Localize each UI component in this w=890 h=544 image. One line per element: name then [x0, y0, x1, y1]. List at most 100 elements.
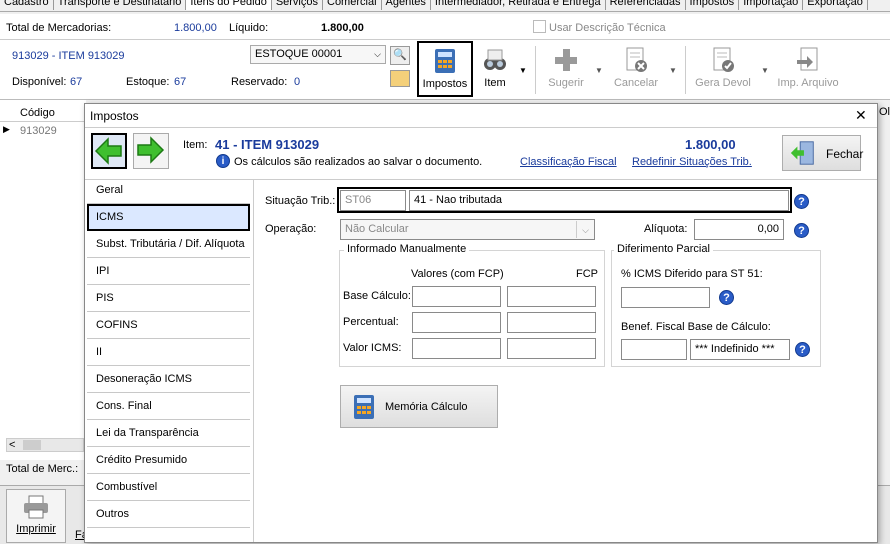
percentual-input[interactable]: [412, 312, 501, 333]
estoque-select-value: ESTOQUE 00001: [255, 48, 343, 60]
scroll-thumb[interactable]: [23, 440, 41, 450]
benef-fiscal-code-input[interactable]: [621, 339, 687, 360]
import-file-icon: [797, 47, 818, 71]
item-title: 913029 - ITEM 913029: [12, 50, 125, 62]
imp-arquivo-button[interactable]: Imp. Arquivo: [776, 46, 840, 96]
bottom-total-label: Total de Merc.:: [6, 463, 79, 475]
icms-diferido-input[interactable]: [621, 287, 710, 308]
nav-ipi[interactable]: IPI: [87, 258, 250, 285]
nav-desoneracao-icms[interactable]: Desoneração ICMS: [87, 366, 250, 393]
total-merc-value: 1.800,00: [174, 22, 217, 34]
toolbar-divider-2: [685, 46, 686, 94]
col-codigo-header[interactable]: Código: [20, 107, 55, 119]
redefinir-situacoes-link[interactable]: Redefinir Situações Trib.: [632, 156, 752, 168]
calculator-icon: [354, 395, 374, 419]
nav-icms[interactable]: ICMS: [87, 204, 250, 231]
sit-trib-field[interactable]: ST06 41 - Nao tributada: [337, 187, 792, 213]
item-button[interactable]: Item: [478, 46, 512, 96]
tab-comercial[interactable]: Comercial: [323, 0, 382, 10]
estoque-select[interactable]: ESTOQUE 00001 ⌵: [250, 45, 386, 64]
document-check-icon: [713, 47, 734, 72]
close-icon[interactable]: ✕: [855, 107, 867, 124]
chevron-down-icon: ⌵: [576, 221, 594, 238]
nav-geral[interactable]: Geral: [87, 177, 250, 204]
nav-cofins[interactable]: COFINS: [87, 312, 250, 339]
next-arrow-button[interactable]: [133, 133, 169, 169]
chevron-down-icon: ⌵: [374, 49, 381, 59]
item-label: Item:: [183, 139, 208, 151]
base-calculo-fcp-input[interactable]: [507, 286, 596, 307]
dialog-header: Item: 41 - ITEM 913029 i Os cálculos são…: [85, 127, 877, 180]
classificacao-fiscal-link[interactable]: Classificação Fiscal: [520, 156, 617, 168]
dialog-item-value: 41 - ITEM 913029: [215, 137, 320, 152]
memoria-calculo-label: Memória Cálculo: [385, 401, 468, 413]
total-merc-label: Total de Mercadorias:: [6, 22, 112, 34]
sugerir-dropdown-icon[interactable]: ▼: [595, 66, 603, 75]
item-dropdown-icon[interactable]: ▼: [519, 66, 527, 75]
reservado-label: Reservado:: [231, 76, 288, 88]
nav-outros[interactable]: Outros: [87, 501, 250, 528]
tab-transporte[interactable]: Transporte e Destinatário: [54, 0, 187, 10]
aliquota-input[interactable]: 0,00: [694, 219, 784, 240]
nav-pis[interactable]: PIS: [87, 285, 250, 312]
memoria-calculo-button[interactable]: Memória Cálculo: [340, 385, 498, 428]
sugerir-button[interactable]: Sugerir: [544, 46, 588, 96]
nav-lei-transparencia[interactable]: Lei da Transparência: [87, 420, 250, 447]
imp-arquivo-label: Imp. Arquivo: [777, 77, 839, 89]
sit-trib-desc[interactable]: 41 - Nao tributada: [409, 190, 789, 211]
icms-panel: Situação Trib.: ST06 41 - Nao tributada …: [253, 180, 877, 542]
sit-trib-label: Situação Trib.:: [265, 195, 336, 207]
impostos-nav: Geral ICMS Subst. Tributária / Dif. Alíq…: [87, 174, 252, 544]
percentual-label: Percentual:: [343, 316, 399, 328]
cancelar-button[interactable]: Cancelar: [612, 46, 660, 96]
gera-devol-button[interactable]: Gera Devol: [694, 46, 752, 96]
nav-cons-final[interactable]: Cons. Final: [87, 393, 250, 420]
tab-cadastro[interactable]: Cadastro: [0, 0, 54, 10]
nav-ii[interactable]: II: [87, 339, 250, 366]
col-fcp-header: FCP: [576, 268, 598, 280]
valor-icms-fcp-input[interactable]: [507, 338, 596, 359]
grid-row-codigo[interactable]: 913029: [20, 125, 57, 137]
tab-referenciadas[interactable]: Referenciadas: [606, 0, 686, 10]
tab-itens-pedido[interactable]: Itens do Pedido: [186, 0, 272, 10]
tab-exportacao[interactable]: Exportação: [803, 0, 868, 10]
nav-credito-presumido[interactable]: Crédito Presumido: [87, 447, 250, 474]
valor-icms-input[interactable]: [412, 338, 501, 359]
manual-group-title: Informado Manualmente: [344, 243, 470, 255]
sit-trib-code[interactable]: ST06: [340, 190, 406, 211]
tab-agentes[interactable]: Agentes: [382, 0, 431, 10]
cancelar-dropdown-icon[interactable]: ▼: [669, 66, 677, 75]
fechar-button[interactable]: Fechar: [782, 135, 863, 171]
item-label: Item: [484, 77, 506, 89]
tab-intermediador[interactable]: Intermediador, Retirada e Entrega: [431, 0, 606, 10]
usar-desc-checkbox[interactable]: [533, 20, 546, 33]
gera-devol-label: Gera Devol: [695, 77, 751, 89]
gera-devol-dropdown-icon[interactable]: ▼: [761, 66, 769, 75]
scroll-left-icon[interactable]: <: [9, 439, 15, 451]
operacao-label: Operação:: [265, 223, 317, 235]
prev-arrow-button[interactable]: [91, 133, 127, 169]
benef-fiscal-desc[interactable]: *** Indefinido ***: [690, 339, 790, 360]
folder-icon[interactable]: [390, 70, 410, 87]
percentual-fcp-input[interactable]: [507, 312, 596, 333]
imprimir-button[interactable]: Imprimir: [6, 489, 66, 543]
estoque-label: Estoque:: [126, 76, 170, 88]
impostos-label: Impostos: [422, 78, 468, 90]
help-icon[interactable]: ?: [794, 223, 809, 238]
aliquota-label: Alíquota:: [644, 223, 688, 235]
grid-hscrollbar[interactable]: <: [6, 438, 84, 452]
nav-subst-tributaria[interactable]: Subst. Tributária / Dif. Alíquota: [87, 231, 250, 258]
tab-importacao[interactable]: Importação: [739, 0, 804, 10]
help-icon[interactable]: ?: [795, 342, 810, 357]
help-icon[interactable]: ?: [719, 290, 734, 305]
tab-impostos[interactable]: Impostos: [686, 0, 740, 10]
info-icon: i: [216, 154, 230, 168]
nav-combustivel[interactable]: Combustível: [87, 474, 250, 501]
tab-servicos[interactable]: Serviços: [272, 0, 323, 10]
help-icon[interactable]: ?: [794, 194, 809, 209]
search-icon[interactable]: 🔍: [390, 46, 410, 65]
impostos-button[interactable]: Impostos: [417, 41, 473, 97]
base-calculo-input[interactable]: [412, 286, 501, 307]
tab-strip: Cadastro Transporte e Destinatário Itens d…: [0, 0, 890, 12]
operacao-select[interactable]: Não Calcular ⌵: [340, 219, 595, 240]
